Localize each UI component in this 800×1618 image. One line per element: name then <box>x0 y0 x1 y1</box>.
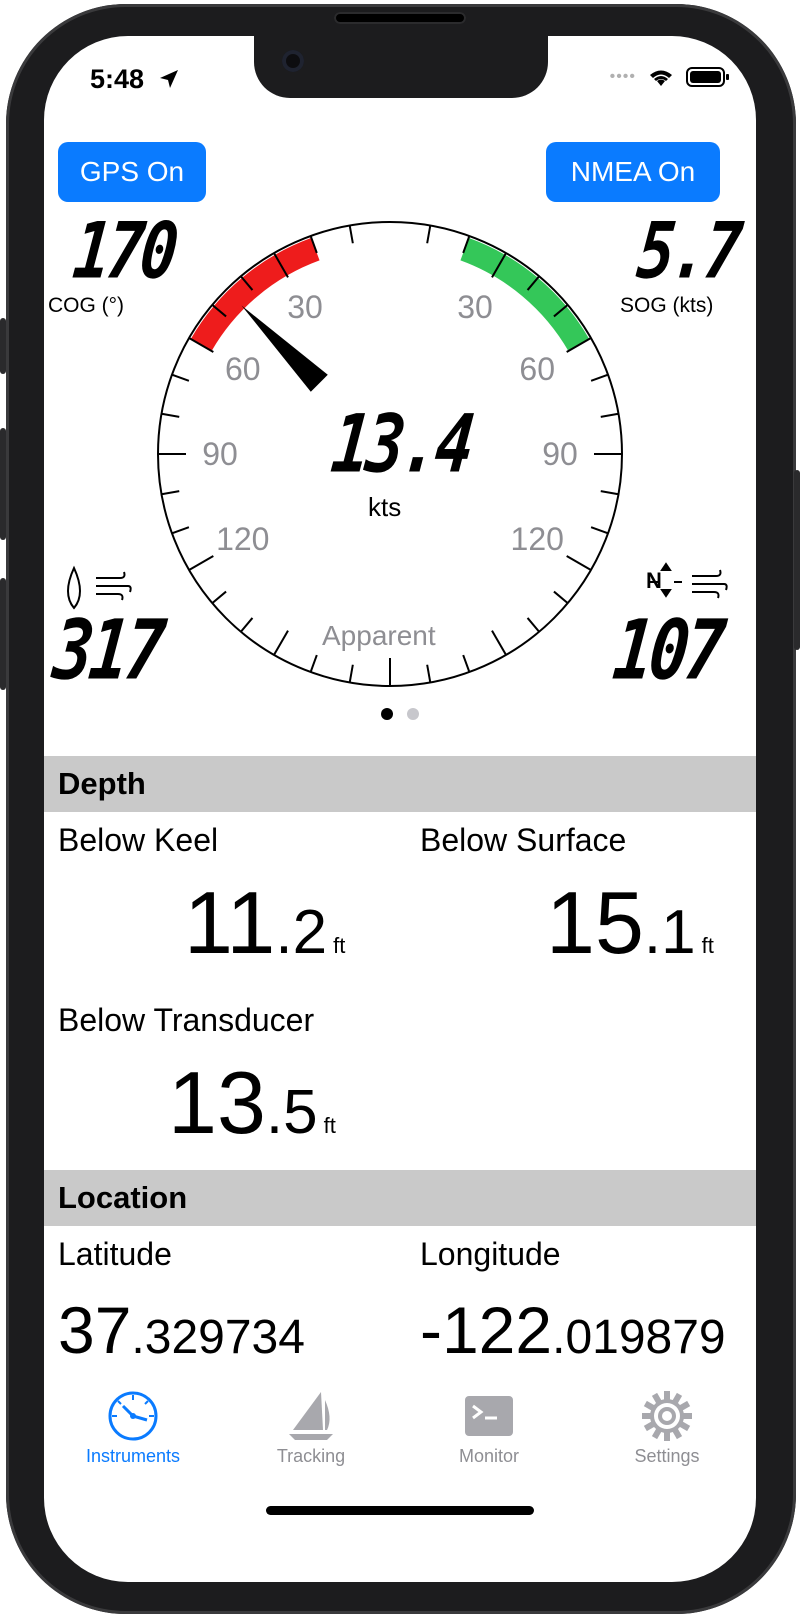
gauge-angle-label: 30 <box>457 289 493 325</box>
below-transducer-unit: ft <box>323 1113 336 1138</box>
wifi-icon <box>650 70 672 86</box>
below-keel-int: 11 <box>184 873 276 972</box>
below-surface-int: 15 <box>546 873 644 972</box>
home-indicator <box>266 1506 534 1515</box>
power-button <box>794 470 800 650</box>
side-button <box>0 318 6 374</box>
cog-label: COG (°) <box>48 294 125 317</box>
tab-bar: Instruments Tracking Monitor Settings <box>44 1382 756 1482</box>
gauge-mode-label: Apparent <box>322 620 436 651</box>
location-section-header: Location <box>44 1170 756 1226</box>
gauge-angle-label: 30 <box>287 289 323 325</box>
true-wind-value: 107 <box>608 602 727 699</box>
status-icons: •••• <box>610 66 730 88</box>
depth-section-header: Depth <box>44 756 756 812</box>
screen: 5:48 •••• GPS On NMEA On 170 COG (°) 5.7… <box>44 36 756 1582</box>
location-title: Location <box>58 1180 188 1215</box>
tab-settings-label: Settings <box>634 1446 700 1466</box>
sog-value: 5.7 <box>633 204 743 297</box>
below-surface-value: 15.1 ft <box>546 872 714 974</box>
tab-tracking-label: Tracking <box>276 1446 346 1466</box>
camera <box>282 50 304 72</box>
page-dot[interactable] <box>407 708 419 720</box>
tab-monitor-label: Monitor <box>458 1446 520 1466</box>
volume-up-button <box>0 428 6 540</box>
longitude-label: Longitude <box>420 1236 561 1272</box>
volume-down-button <box>0 578 6 690</box>
below-transducer-dec: .5 <box>265 1078 318 1147</box>
below-surface-dec: .1 <box>643 898 696 967</box>
longitude-dec: .019879 <box>552 1311 726 1364</box>
page-indicator[interactable] <box>44 708 756 720</box>
nmea-toggle-button[interactable]: NMEA On <box>546 142 720 202</box>
latitude-int: 37 <box>58 1293 132 1367</box>
tab-settings[interactable]: Settings <box>578 1382 756 1482</box>
below-keel-value: 11.2 ft <box>184 872 345 974</box>
battery-icon <box>686 67 729 87</box>
tab-monitor[interactable]: Monitor <box>400 1382 578 1482</box>
below-transducer-value: 13.5 ft <box>168 1052 336 1154</box>
gauge-angle-label: 60 <box>519 351 555 387</box>
gps-toggle-button[interactable]: GPS On <box>58 142 206 202</box>
latitude-value: 37.329734 <box>58 1292 305 1368</box>
below-surface-label: Below Surface <box>420 822 627 858</box>
gauge-angle-label: 90 <box>542 436 578 472</box>
sog-label: SOG (kts) <box>620 294 714 317</box>
page-dot-active[interactable] <box>381 708 393 720</box>
gauge-angle-label: 60 <box>225 351 261 387</box>
sailboat-icon <box>289 1392 333 1440</box>
gear-icon <box>642 1391 692 1441</box>
status-time: 5:48 <box>90 64 145 94</box>
below-surface-unit: ft <box>701 933 714 958</box>
tab-tracking[interactable]: Tracking <box>222 1382 400 1482</box>
longitude-value: -122.019879 <box>420 1292 726 1368</box>
tab-instruments[interactable]: Instruments <box>44 1382 222 1482</box>
relative-wind-value: 317 <box>48 602 167 699</box>
notch <box>254 36 548 98</box>
below-keel-unit: ft <box>333 933 346 958</box>
latitude-dec: .329734 <box>131 1311 305 1364</box>
gauge-angle-label: 120 <box>511 521 564 557</box>
signal-dots-icon: •••• <box>609 68 636 85</box>
below-transducer-int: 13 <box>168 1053 266 1152</box>
below-transducer-label: Below Transducer <box>58 1002 315 1038</box>
latitude-label: Latitude <box>58 1236 172 1272</box>
gauge-angle-label: 120 <box>216 521 269 557</box>
below-keel-dec: .2 <box>275 898 328 967</box>
gauge-icon <box>108 1391 158 1441</box>
depth-title: Depth <box>58 766 146 801</box>
gauge-speed-value: 13.4 <box>327 398 475 492</box>
location-arrow-icon <box>160 70 178 88</box>
phone-device: 5:48 •••• GPS On NMEA On 170 COG (°) 5.7… <box>0 0 800 1618</box>
terminal-icon <box>465 1396 513 1436</box>
longitude-int: -122 <box>420 1293 553 1367</box>
below-keel-label: Below Keel <box>58 822 219 858</box>
gauge-angle-label: 90 <box>202 436 238 472</box>
earpiece-speaker <box>334 12 466 24</box>
tab-instruments-label: Instruments <box>85 1446 181 1466</box>
gauge-speed-unit: kts <box>368 492 402 522</box>
